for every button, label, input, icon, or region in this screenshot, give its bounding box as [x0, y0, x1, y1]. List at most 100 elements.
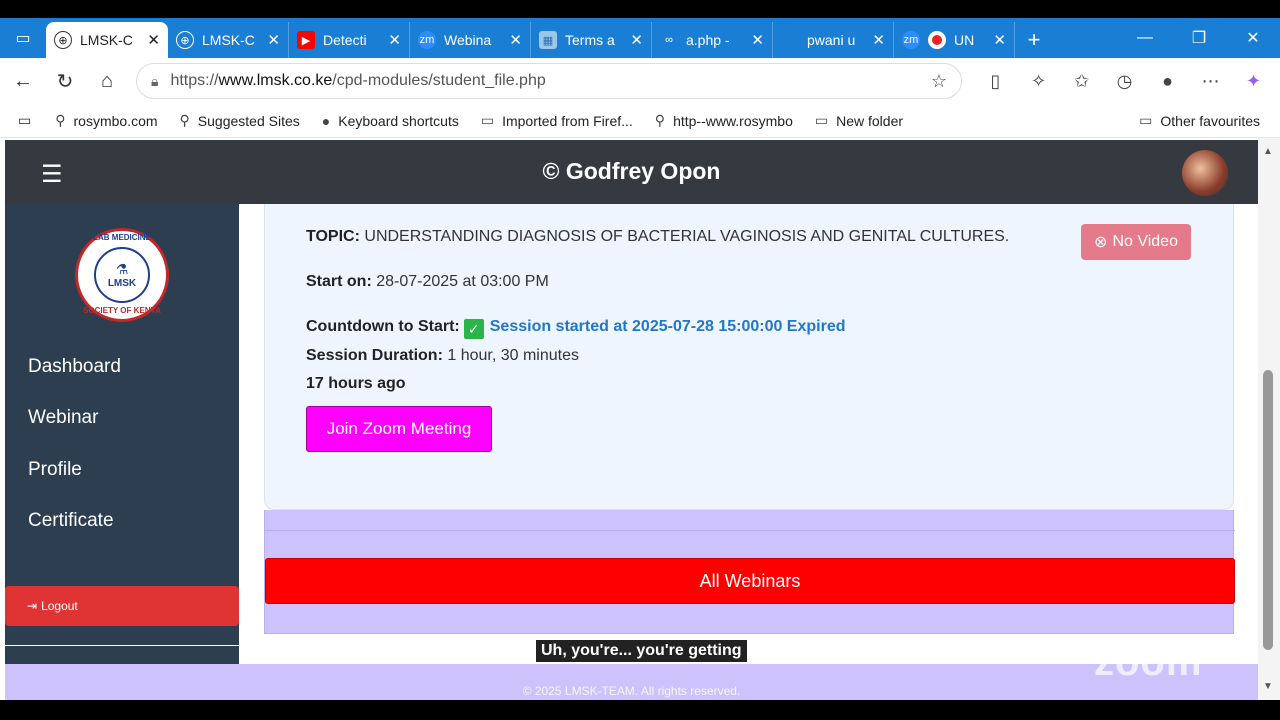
favorite-new-folder[interactable]: ▭ New folder — [815, 112, 903, 129]
tab-detection[interactable]: ▶ Detecti ✕ — [289, 22, 410, 58]
favorite-http-rosymbo[interactable]: ⚲ http--www.rosymbo — [655, 112, 793, 129]
favorite-imported[interactable]: ▭ Imported from Firef... — [481, 112, 633, 129]
sidebar-item-profile[interactable]: Profile — [28, 459, 82, 481]
minimize-icon[interactable]: — — [1118, 29, 1172, 47]
screen-top-border — [0, 0, 1280, 18]
favorite-label: Suggested Sites — [197, 112, 300, 129]
close-tab-icon[interactable]: ✕ — [993, 31, 1006, 49]
countdown-line: Countdown to Start: ✓ Session started at 2… — [306, 318, 846, 339]
sidebar-item-dashboard[interactable]: Dashboard — [28, 356, 121, 378]
page-brand: © Godfrey Opon — [542, 158, 721, 184]
scroll-up-icon[interactable]: ▲ — [1263, 146, 1273, 157]
favorites-icon[interactable]: ✩ — [1060, 71, 1103, 92]
close-tab-icon[interactable]: ✕ — [147, 31, 160, 49]
github-icon: ● — [321, 112, 331, 129]
sidebar-item-certificate[interactable]: Certificate — [28, 510, 114, 532]
page-footer: © 2025 LMSK-TEAM. All rights reserved. — [5, 664, 1258, 700]
recording-icon — [928, 31, 946, 49]
folder-icon: ▭ — [480, 112, 495, 128]
tab-actions-icon[interactable]: ▭ — [0, 18, 46, 58]
web-page: ☰ © Godfrey Opon LAB MEDICINE ⚗ LMSK SOC… — [0, 138, 1280, 700]
back-icon[interactable]: ← — [2, 63, 44, 99]
avatar[interactable] — [1182, 150, 1228, 196]
favorite-label: New folder — [836, 112, 904, 129]
scroll-down-icon[interactable]: ▼ — [1263, 681, 1273, 692]
no-video-label: No Video — [1112, 233, 1178, 250]
favorites-toggle-icon[interactable]: ▭ — [18, 112, 31, 129]
search-icon: ⚲ — [654, 112, 666, 128]
close-tab-icon[interactable]: ✕ — [267, 31, 280, 49]
tab-title: Terms a — [565, 32, 615, 48]
refresh-icon[interactable]: ↻ — [44, 63, 86, 99]
favorite-label: Other favourites — [1160, 112, 1260, 129]
all-webinars-button[interactable]: All Webinars — [265, 558, 1235, 604]
home-icon[interactable]: ⌂ — [86, 63, 128, 99]
favorite-label: rosymbo.com — [73, 112, 158, 129]
tab-lmsk[interactable]: ⊕ LMSK-C ✕ — [168, 22, 289, 58]
tab-title: Detecti — [323, 32, 367, 48]
tab-aphp[interactable]: ∞ a.php - ✕ — [652, 22, 773, 58]
logout-button[interactable]: ⇥ Logout — [5, 586, 239, 626]
favorite-keyboard-shortcuts[interactable]: ● Keyboard shortcuts — [322, 113, 459, 129]
profile-icon[interactable]: ● — [1146, 71, 1189, 92]
browser-toolbar: ▯ ✧ ✩ ◷ ● ⋯ ✦ — [974, 71, 1275, 92]
tab-pwani[interactable]: pwani u ✕ — [773, 22, 894, 58]
main-content: TOPIC: UNDERSTANDING DIAGNOSIS OF BACTER… — [239, 204, 1258, 664]
favorite-rosymbo[interactable]: ⚲ rosymbo.com — [55, 112, 157, 129]
youtube-icon: ▶ — [297, 31, 315, 49]
panel-divider — [265, 530, 1235, 531]
close-tab-icon[interactable]: ✕ — [509, 31, 522, 49]
new-tab-icon[interactable]: + — [1015, 22, 1053, 58]
close-tab-icon[interactable]: ✕ — [872, 31, 885, 49]
url-field[interactable]: 🔒︎ https://www.lmsk.co.ke/cpd-modules/st… — [136, 63, 962, 99]
close-tab-icon[interactable]: ✕ — [388, 31, 401, 49]
close-tab-icon[interactable]: ✕ — [630, 31, 643, 49]
tab-un[interactable]: zm UN ✕ — [894, 22, 1015, 58]
zoom-watermark: zoom — [1094, 640, 1203, 684]
time-ago: 17 hours ago — [306, 375, 406, 393]
url-prefix: https:// — [170, 72, 219, 89]
favorite-suggested-sites[interactable]: ⚲ Suggested Sites — [180, 112, 300, 129]
join-zoom-button[interactable]: Join Zoom Meeting — [306, 406, 492, 452]
other-favourites[interactable]: ▭ Other favourites — [1139, 112, 1260, 129]
tab-webinar[interactable]: zm Webina ✕ — [410, 22, 531, 58]
tab-terms[interactable]: ▦ Terms a ✕ — [531, 22, 652, 58]
tab-lmsk-active[interactable]: ⊕ LMSK-C ✕ — [46, 22, 168, 58]
favorite-star-icon[interactable]: ☆ — [931, 71, 947, 92]
favorite-label: http--www.rosymbo — [673, 112, 793, 129]
countdown-status: Session started at 2025-07-28 15:00:00 E… — [489, 318, 846, 335]
favorites-bar: ▭ ⚲ rosymbo.com ⚲ Suggested Sites ● Keyboar… — [0, 104, 1280, 138]
restore-icon[interactable]: ❐ — [1172, 28, 1226, 48]
duration-value: 1 hour, 30 minutes — [447, 347, 579, 364]
search-icon: ⚲ — [179, 112, 190, 128]
countdown-label: Countdown to Start: — [306, 318, 460, 335]
sidebar-item-webinar[interactable]: Webinar — [28, 407, 98, 429]
microscope-icon: ⚗ — [115, 261, 129, 277]
no-video-button[interactable]: ⊗ No Video — [1081, 224, 1191, 260]
url-path: /cpd-modules/student_file.php — [332, 72, 546, 89]
extensions-icon[interactable]: ✧ — [1017, 71, 1060, 92]
copilot-icon[interactable]: ✦ — [1232, 71, 1275, 92]
scrollbar-thumb[interactable] — [1263, 370, 1273, 650]
search-icon: ⚲ — [55, 112, 66, 128]
site-info-icon[interactable]: 🔒︎ — [151, 73, 158, 90]
tab-title: Webina — [444, 32, 492, 48]
tab-title: a.php - — [686, 32, 730, 48]
reader-icon[interactable]: ▯ — [974, 71, 1017, 92]
time-ago-text: 17 hours ago — [306, 375, 406, 392]
page-scrollbar[interactable]: ▲ ▼ — [1258, 138, 1280, 700]
globe-icon: ⊕ — [176, 31, 194, 49]
topic-label: TOPIC: — [306, 228, 360, 245]
close-tab-icon[interactable]: ✕ — [751, 31, 764, 49]
favorite-label: Imported from Firef... — [502, 112, 633, 129]
more-icon[interactable]: ⋯ — [1189, 71, 1232, 92]
page-icon: ▦ — [539, 31, 557, 49]
session-card: TOPIC: UNDERSTANDING DIAGNOSIS OF BACTER… — [264, 204, 1234, 510]
close-window-icon[interactable]: ✕ — [1226, 28, 1280, 48]
copyright-text: © 2025 LMSK-TEAM. All rights reserved. — [522, 684, 741, 698]
sidebar-divider — [5, 645, 239, 646]
tab-title: UN — [954, 32, 975, 48]
url-domain: www.lmsk.co.ke — [218, 72, 333, 89]
window-controls: — ❐ ✕ — [1118, 18, 1280, 58]
history-icon[interactable]: ◷ — [1103, 71, 1146, 92]
